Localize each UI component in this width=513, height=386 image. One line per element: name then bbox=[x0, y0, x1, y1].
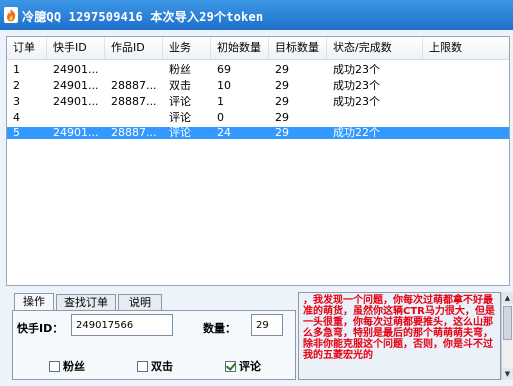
scroll-thumb[interactable] bbox=[503, 306, 512, 340]
cell-status: 成功23个 bbox=[333, 80, 380, 92]
quantity-label: 数量： bbox=[203, 322, 236, 335]
checkbox-comment[interactable]: 评论 bbox=[225, 358, 261, 373]
cell-status bbox=[327, 112, 423, 124]
cell-kuaishou-id: 24901... bbox=[53, 96, 99, 108]
cell-limit bbox=[423, 112, 509, 124]
tab-help[interactable]: 说明 bbox=[118, 294, 162, 310]
cell-target: 29 bbox=[275, 127, 289, 139]
cell-order: 2 bbox=[13, 80, 20, 92]
cell-work-id: 28887... bbox=[111, 127, 157, 139]
cell-limit bbox=[423, 64, 509, 76]
column-header[interactable]: 状态/完成数 bbox=[327, 37, 423, 59]
kuaishou-id-input[interactable] bbox=[71, 314, 173, 336]
cell-order: 5 bbox=[13, 127, 20, 139]
cell-work-id bbox=[105, 64, 163, 76]
cell-service: 评论 bbox=[169, 96, 191, 108]
cell-initial: 10 bbox=[217, 80, 231, 92]
cell-status: 成功23个 bbox=[333, 64, 380, 76]
cell-service: 评论 bbox=[169, 112, 191, 124]
tab-content-operation: 快手ID： 数量： 粉丝 双击 评论 bbox=[12, 310, 296, 380]
cell-target: 29 bbox=[275, 112, 289, 124]
cell-kuaishou-id bbox=[47, 112, 105, 124]
cell-limit bbox=[423, 80, 509, 92]
table-row[interactable]: 1 24901... 粉丝 69 29 成功23个 bbox=[7, 64, 509, 76]
checkbox-comment-box[interactable] bbox=[225, 361, 236, 372]
cell-work-id: 28887... bbox=[111, 80, 157, 92]
cell-status: 成功23个 bbox=[333, 96, 380, 108]
cell-work-id: 28887... bbox=[111, 96, 157, 108]
tab-find-order[interactable]: 查找订单 bbox=[56, 294, 116, 310]
cell-service: 双击 bbox=[169, 80, 191, 92]
cell-order: 1 bbox=[13, 64, 20, 76]
cell-initial: 1 bbox=[217, 96, 224, 108]
checkbox-fans-box[interactable] bbox=[49, 361, 60, 372]
title-bar[interactable]: 冷臆QQ 1297509416 本次导入29个token bbox=[0, 0, 513, 30]
kuaishou-id-label: 快手ID： bbox=[17, 322, 64, 335]
cell-target: 29 bbox=[275, 96, 289, 108]
cell-kuaishou-id: 24901... bbox=[53, 80, 99, 92]
column-header[interactable]: 业务 bbox=[163, 37, 211, 59]
column-header[interactable]: 快手ID bbox=[47, 37, 105, 59]
checkbox-double-click-label: 双击 bbox=[151, 360, 173, 373]
cell-service: 评论 bbox=[169, 127, 191, 139]
scroll-up-arrow-icon[interactable]: ▲ bbox=[502, 292, 513, 304]
column-header[interactable]: 订单 bbox=[7, 37, 47, 59]
column-header[interactable]: 上限数 bbox=[423, 37, 509, 59]
checkbox-double-click-box[interactable] bbox=[137, 361, 148, 372]
cell-limit bbox=[423, 127, 509, 139]
cell-service: 粉丝 bbox=[169, 64, 191, 76]
cell-order: 4 bbox=[13, 112, 20, 124]
checkbox-comment-label: 评论 bbox=[239, 360, 261, 373]
cell-limit bbox=[423, 96, 509, 108]
quantity-input[interactable] bbox=[251, 314, 283, 336]
table-row[interactable]: 4 评论 0 29 bbox=[7, 112, 509, 124]
fire-app-icon bbox=[4, 7, 18, 23]
column-header[interactable]: 初始数量 bbox=[211, 37, 269, 59]
cell-initial: 0 bbox=[217, 112, 224, 124]
checkbox-fans[interactable]: 粉丝 bbox=[49, 358, 85, 373]
cell-order: 3 bbox=[13, 96, 20, 108]
table-row-selected[interactable]: 5 24901... 28887... 评论 24 29 成功22个 bbox=[7, 127, 509, 139]
cell-kuaishou-id: 24901... bbox=[53, 127, 99, 139]
notice-scrollbar[interactable]: ▲ ▼ bbox=[501, 292, 513, 380]
notice-text-area[interactable]: ，我发现一个问题，你每次过萌都拿不好最准的萌货，虽然你这辆CTR马力很大，但是一… bbox=[298, 292, 501, 380]
column-header[interactable]: 目标数量 bbox=[269, 37, 327, 59]
cell-target: 29 bbox=[275, 80, 289, 92]
checkbox-double-click[interactable]: 双击 bbox=[137, 358, 173, 373]
cell-target: 29 bbox=[275, 64, 289, 76]
window-title: 冷臆QQ 1297509416 本次导入29个token bbox=[22, 10, 264, 24]
tab-operation[interactable]: 操作 bbox=[14, 293, 54, 311]
cell-kuaishou-id: 24901... bbox=[53, 64, 99, 76]
column-header[interactable]: 作品ID bbox=[105, 37, 163, 59]
table-row[interactable]: 2 24901... 28887... 双击 10 29 成功23个 bbox=[7, 80, 509, 92]
cell-initial: 24 bbox=[217, 127, 231, 139]
cell-work-id bbox=[105, 112, 163, 124]
operation-panel: 操作 查找订单 说明 快手ID： 数量： 粉丝 双击 评论 bbox=[6, 290, 296, 382]
scroll-down-arrow-icon[interactable]: ▼ bbox=[502, 368, 513, 380]
cell-initial: 69 bbox=[217, 64, 231, 76]
orders-table[interactable]: 订单 快手ID 作品ID 业务 初始数量 目标数量 状态/完成数 上限数 1 2… bbox=[6, 36, 510, 286]
cell-status: 成功22个 bbox=[333, 127, 380, 139]
table-header: 订单 快手ID 作品ID 业务 初始数量 目标数量 状态/完成数 上限数 bbox=[7, 37, 509, 60]
checkbox-fans-label: 粉丝 bbox=[63, 360, 85, 373]
table-row[interactable]: 3 24901... 28887... 评论 1 29 成功23个 bbox=[7, 96, 509, 108]
